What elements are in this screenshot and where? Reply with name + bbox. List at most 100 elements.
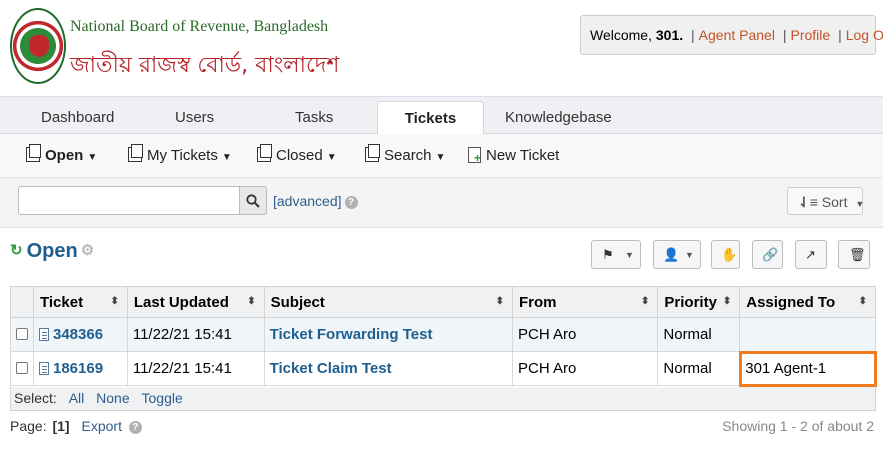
flag-dropdown-button[interactable]: ⚑ ▼ bbox=[591, 240, 641, 269]
caret-down-icon: ▼ bbox=[855, 199, 865, 209]
last-updated-column-header[interactable]: Last Updated ⬍ bbox=[126, 286, 265, 318]
share-icon: ↗ bbox=[805, 247, 816, 262]
subject-cell: Ticket Claim Test bbox=[263, 351, 514, 386]
from-cell: PCH Aro bbox=[512, 351, 659, 386]
sort-icon[interactable]: ⬍ bbox=[496, 296, 504, 307]
select-all-link[interactable]: All bbox=[69, 390, 85, 406]
refresh-icon[interactable]: ↻ bbox=[10, 242, 23, 259]
gear-icon[interactable]: ⚙ bbox=[81, 242, 94, 259]
profile-link[interactable]: Profile bbox=[790, 27, 830, 43]
search-menu[interactable]: Search ▼ bbox=[365, 144, 445, 164]
queue-title[interactable]: ↻ Open ⚙ bbox=[10, 240, 94, 263]
ticket-cell[interactable]: 348366 bbox=[33, 317, 128, 352]
welcome-text: Welcome, bbox=[590, 27, 652, 43]
help-icon[interactable]: ? bbox=[128, 421, 142, 434]
select-row: Select: All None Toggle bbox=[10, 387, 876, 411]
tab-dashboard[interactable]: Dashboard bbox=[41, 109, 114, 126]
sort-icon[interactable]: ⬍ bbox=[247, 296, 255, 307]
flag-icon: ⚑ bbox=[602, 247, 614, 262]
copy-icon bbox=[128, 144, 143, 162]
header: National Board of Revenue, Bangladesh জা… bbox=[0, 0, 883, 95]
caret-down-icon: ▼ bbox=[87, 152, 98, 163]
main-tabs: Dashboard Users Tasks Tickets Knowledgeb… bbox=[0, 96, 883, 135]
caret-down-icon: ▼ bbox=[685, 250, 694, 260]
sort-button[interactable]: ⇃≡ Sort ▼ bbox=[787, 187, 865, 215]
ticket-subnav: Open▼ My Tickets▼ Closed▼ Search▼ New Ti… bbox=[0, 134, 883, 178]
claim-button[interactable]: ✋ bbox=[711, 240, 740, 269]
assign-dropdown-button[interactable]: 👤 ▼ bbox=[653, 240, 701, 269]
ticket-number-link[interactable]: 348366 bbox=[53, 326, 103, 343]
last-updated-cell: 11/22/21 15:41 bbox=[126, 317, 265, 352]
ticket-preview-icon[interactable] bbox=[39, 362, 49, 375]
help-icon[interactable]: ? bbox=[344, 196, 358, 209]
tab-users[interactable]: Users bbox=[175, 109, 214, 126]
closed-tickets-menu[interactable]: Closed ▼ bbox=[257, 144, 337, 164]
assigned-to-cell-highlighted: 301 Agent-1 bbox=[738, 350, 877, 387]
subject-column-header[interactable]: Subject ⬍ bbox=[263, 286, 514, 318]
new-ticket-button[interactable]: New Ticket bbox=[468, 147, 559, 164]
row-checkbox[interactable] bbox=[16, 362, 28, 374]
caret-down-icon: ▼ bbox=[326, 152, 337, 163]
org-name-en: National Board of Revenue, Bangladesh bbox=[70, 18, 329, 35]
priority-cell: Normal bbox=[657, 317, 741, 352]
org-name-bn: জাতীয় রাজস্ব বোর্ড, বাংলাদেশ bbox=[70, 53, 340, 78]
logout-link[interactable]: Log Out bbox=[846, 27, 883, 43]
open-tickets-menu[interactable]: Open ▼ bbox=[26, 144, 98, 164]
subject-link[interactable]: Ticket Forwarding Test bbox=[270, 326, 433, 343]
trash-icon: 🗑 bbox=[849, 247, 866, 262]
row-checkbox[interactable] bbox=[16, 328, 28, 340]
merge-button[interactable]: 🔗 bbox=[752, 240, 783, 269]
copy-icon bbox=[257, 144, 272, 162]
sort-icon[interactable]: ⬍ bbox=[110, 296, 118, 307]
tab-tasks[interactable]: Tasks bbox=[295, 109, 333, 126]
caret-down-icon: ▼ bbox=[221, 152, 232, 163]
tickets-table: Ticket ⬍ Last Updated ⬍ Subject ⬍ From ⬍ Pri… bbox=[10, 286, 877, 387]
priority-cell: Normal bbox=[657, 351, 741, 386]
sort-icon[interactable]: ⬍ bbox=[859, 296, 867, 307]
search-button[interactable] bbox=[240, 186, 267, 215]
ticket-column-header[interactable]: Ticket ⬍ bbox=[33, 286, 128, 318]
search-icon bbox=[246, 194, 260, 208]
assigned-to-column-header[interactable]: Assigned To ⬍ bbox=[739, 286, 876, 318]
welcome-box: Welcome, 301. | Agent Panel | Profile | Log… bbox=[580, 15, 883, 55]
ticket-cell[interactable]: 186169 bbox=[33, 351, 128, 386]
search-bar: [advanced]? ⇃≡ Sort ▼ bbox=[0, 178, 883, 228]
current-page: [1] bbox=[52, 418, 70, 434]
from-column-header[interactable]: From ⬍ bbox=[512, 286, 659, 318]
nbr-logo[interactable]: National Board of Revenue, Bangladesh জা… bbox=[10, 8, 339, 88]
sort-icon: ⇃≡ bbox=[798, 194, 818, 210]
sort-icon[interactable]: ⬍ bbox=[723, 296, 731, 307]
transfer-button[interactable]: ↗ bbox=[795, 240, 827, 269]
row-select-cell bbox=[10, 317, 34, 352]
username: 301. bbox=[655, 27, 684, 43]
agent-panel-link[interactable]: Agent Panel bbox=[699, 27, 775, 43]
advanced-search-link[interactable]: [advanced]? bbox=[273, 193, 358, 209]
priority-column-header[interactable]: Priority ⬍ bbox=[657, 286, 741, 318]
table-row[interactable]: 186169 11/22/21 15:41 Ticket Claim Test … bbox=[10, 350, 877, 387]
select-none-link[interactable]: None bbox=[96, 390, 129, 406]
seal-icon bbox=[10, 8, 66, 84]
user-icon: 👤 bbox=[663, 247, 680, 262]
showing-count: Showing 1 - 2 of about 2 bbox=[722, 418, 874, 434]
table-row[interactable]: 348366 11/22/21 15:41 Ticket Forwarding … bbox=[10, 317, 876, 352]
tab-knowledgebase[interactable]: Knowledgebase bbox=[505, 109, 612, 126]
search-input[interactable] bbox=[18, 186, 240, 215]
sort-icon[interactable]: ⬍ bbox=[641, 296, 649, 307]
export-link[interactable]: Export bbox=[82, 418, 122, 434]
pager: Page: [1] Export ? bbox=[10, 418, 142, 434]
ticket-number-link[interactable]: 186169 bbox=[53, 360, 103, 377]
my-tickets-menu[interactable]: My Tickets ▼ bbox=[128, 144, 232, 164]
assigned-to-cell bbox=[739, 317, 876, 352]
link-icon: 🔗 bbox=[762, 247, 779, 262]
row-select-cell bbox=[10, 351, 34, 386]
hand-icon: ✋ bbox=[721, 247, 738, 262]
subject-link[interactable]: Ticket Claim Test bbox=[270, 360, 392, 377]
ticket-preview-icon[interactable] bbox=[39, 328, 49, 341]
delete-button[interactable]: 🗑 bbox=[838, 240, 870, 269]
copy-icon bbox=[365, 144, 380, 162]
select-toggle-link[interactable]: Toggle bbox=[142, 390, 183, 406]
caret-down-icon: ▼ bbox=[625, 250, 634, 260]
page-label: Page: bbox=[10, 418, 47, 434]
copy-icon bbox=[26, 144, 41, 162]
tab-tickets[interactable]: Tickets bbox=[377, 101, 484, 135]
